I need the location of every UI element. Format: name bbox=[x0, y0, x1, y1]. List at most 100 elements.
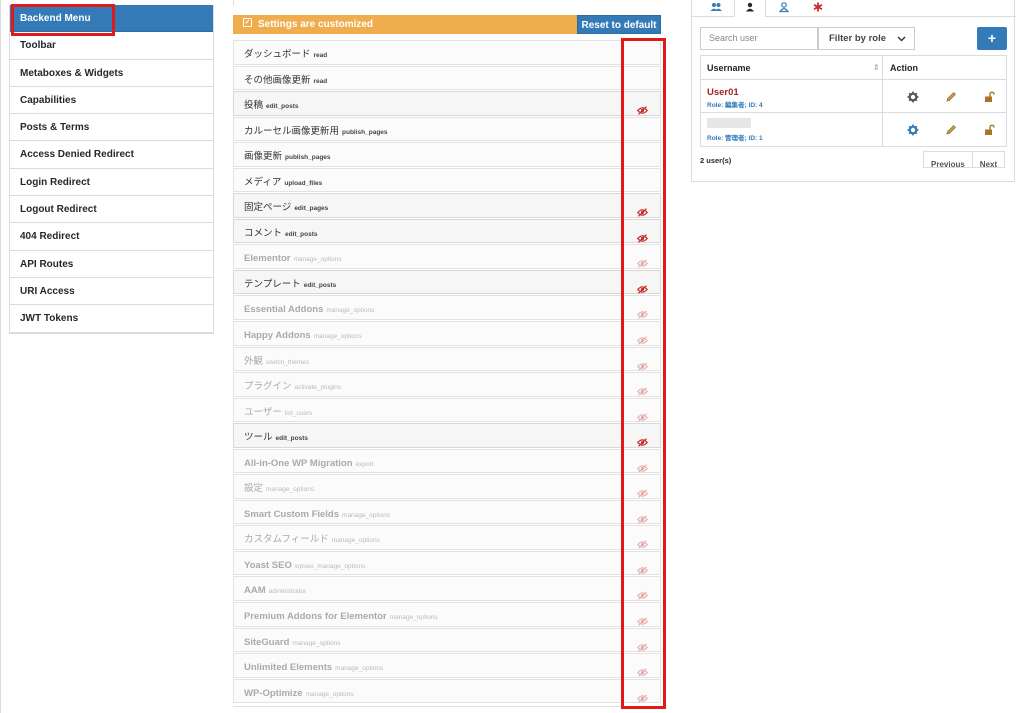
sidebar-item-6[interactable]: Login Redirect bbox=[10, 168, 213, 197]
menu-item-capability: read bbox=[313, 77, 328, 85]
menu-item-row[interactable]: コメント edit_posts bbox=[233, 218, 661, 244]
sidebar-item-11[interactable]: JWT Tokens bbox=[10, 305, 213, 333]
menu-item-name: テンプレート bbox=[244, 278, 301, 290]
reset-to-default-button[interactable]: Reset to default bbox=[577, 15, 661, 34]
gear-icon[interactable] bbox=[907, 123, 921, 137]
menu-list-bottom-line bbox=[233, 706, 661, 707]
col-username[interactable]: Username bbox=[707, 63, 751, 73]
unlock-icon[interactable] bbox=[983, 90, 997, 104]
users-panel: Search user Filter by role + Username ⇕ … bbox=[691, 0, 1016, 182]
menu-item-capability: publish_pages bbox=[342, 128, 388, 136]
menu-item-name: 設定 bbox=[244, 483, 264, 495]
menu-item-row[interactable]: カスタムフィールド manage_options bbox=[233, 525, 661, 550]
menu-item-row[interactable]: SiteGuard manage_options bbox=[233, 627, 661, 653]
menu-item-row[interactable]: Happy Addons manage_options bbox=[233, 321, 661, 346]
menu-item-row[interactable]: Unlimited Elements manage_options bbox=[233, 653, 661, 678]
redacted-username bbox=[707, 118, 751, 128]
sidebar-item-5[interactable]: Access Denied Redirect bbox=[10, 141, 213, 169]
menu-item-name: カスタムフィールド bbox=[244, 534, 329, 546]
filter-by-role-select[interactable]: Filter by role bbox=[818, 27, 915, 50]
menu-item-name: ツール bbox=[244, 432, 273, 444]
menu-item-row[interactable]: Yoast SEO wpseo_manage_options bbox=[233, 550, 661, 576]
table-row: User01 Role: 編集者; ID: 4 bbox=[701, 80, 1006, 113]
menu-item-row[interactable]: 設定 manage_options bbox=[233, 474, 661, 499]
menu-item-capability: edit_posts bbox=[266, 103, 299, 111]
menu-item-name: Smart Custom Fields bbox=[244, 508, 340, 520]
menu-item-row[interactable]: その他画像更新 read bbox=[233, 65, 661, 91]
checkbox-icon: ✓ bbox=[243, 18, 252, 27]
menu-item-row[interactable]: ツール edit_posts bbox=[233, 423, 661, 448]
menu-item-row[interactable]: ユーザー list_users bbox=[233, 397, 661, 423]
menu-item-capability: manage_options bbox=[266, 486, 315, 494]
menu-item-row[interactable]: Elementor manage_options bbox=[233, 244, 661, 269]
menu-item-capability: export bbox=[355, 460, 374, 468]
menu-item-name: WP-Optimize bbox=[244, 687, 303, 699]
add-user-button[interactable]: + bbox=[977, 27, 1007, 50]
filter-by-role-label: Filter by role bbox=[829, 33, 887, 44]
chevron-down-icon bbox=[897, 36, 906, 42]
menu-item-row[interactable]: 画像更新 publish_pages bbox=[233, 142, 661, 167]
search-user-input[interactable]: Search user bbox=[700, 27, 818, 50]
sidebar-item-2[interactable]: Metaboxes & Widgets bbox=[10, 59, 213, 87]
previous-button[interactable]: Previous bbox=[924, 157, 972, 172]
user-role-id: Role: 編集者; ID: 4 bbox=[707, 102, 763, 109]
next-button[interactable]: Next bbox=[973, 157, 1004, 172]
top-divider bbox=[233, 0, 234, 6]
user-icon[interactable] bbox=[734, 0, 766, 17]
menu-item-row[interactable]: Premium Addons for Elementor manage_optio… bbox=[233, 602, 661, 627]
menu-item-capability: read bbox=[313, 52, 328, 59]
sidebar-item-8[interactable]: 404 Redirect bbox=[10, 223, 213, 251]
sidebar-item-3[interactable]: Capabilities bbox=[10, 86, 213, 115]
col-action: Action bbox=[890, 63, 918, 73]
menu-item-row[interactable]: ダッシュボード read bbox=[233, 40, 661, 65]
menu-item-row[interactable]: カルーセル画像更新用 publish_pages bbox=[233, 116, 661, 142]
menu-item-name: Unlimited Elements bbox=[244, 662, 333, 674]
menu-item-row[interactable]: 投稿 edit_posts bbox=[233, 91, 661, 116]
menu-item-row[interactable]: All-in-One WP Migration export bbox=[233, 448, 661, 474]
pencil-icon[interactable] bbox=[945, 123, 959, 137]
menu-item-name: 固定ページ bbox=[244, 202, 292, 214]
menu-item-row[interactable]: Smart Custom Fields manage_options bbox=[233, 499, 661, 525]
sidebar-item-9[interactable]: API Routes bbox=[10, 250, 213, 278]
sidebar-item-7[interactable]: Logout Redirect bbox=[10, 196, 213, 224]
username-link[interactable]: User01 bbox=[707, 87, 739, 98]
menu-item-capability: manage_options bbox=[331, 537, 380, 545]
menu-item-capability: wpseo_manage_options bbox=[294, 562, 366, 570]
pencil-icon[interactable] bbox=[945, 90, 959, 104]
menu-item-row[interactable]: テンプレート edit_posts bbox=[233, 269, 661, 295]
menu-item-name: All-in-One WP Migration bbox=[244, 457, 353, 469]
sidebar-item-10[interactable]: URI Access bbox=[10, 277, 213, 306]
menu-item-row[interactable]: メディア upload_files bbox=[233, 167, 661, 193]
default-icon[interactable] bbox=[802, 0, 834, 17]
menu-item-capability: activate_plugins bbox=[294, 384, 342, 392]
menu-item-capability: edit_pages bbox=[294, 205, 329, 213]
menu-item-capability: manage_options bbox=[292, 639, 341, 647]
gear-icon[interactable] bbox=[907, 90, 921, 104]
sidebar-item-4[interactable]: Posts & Terms bbox=[10, 114, 213, 142]
menu-item-name: Elementor bbox=[244, 253, 291, 265]
visitor-icon[interactable] bbox=[768, 0, 800, 17]
users-icon[interactable] bbox=[700, 0, 732, 17]
pagination: Previous Next bbox=[923, 151, 1006, 169]
menu-item-capability: manage_options bbox=[326, 307, 375, 315]
banner-text: Settings are customized bbox=[258, 19, 374, 30]
unlock-icon[interactable] bbox=[983, 123, 997, 137]
menu-item-name: ユーザー bbox=[244, 406, 282, 418]
sidebar-item-1[interactable]: Toolbar bbox=[10, 32, 213, 60]
menu-item-capability: upload_files bbox=[284, 179, 323, 187]
menu-item-row[interactable]: 固定ページ edit_pages bbox=[233, 193, 661, 218]
menu-item-name: Happy Addons bbox=[244, 330, 311, 342]
page-left-border bbox=[0, 0, 1, 713]
menu-item-row[interactable]: 外観 switch_themes bbox=[233, 346, 661, 372]
menu-item-capability: edit_posts bbox=[275, 435, 309, 443]
menu-item-name: Premium Addons for Elementor bbox=[244, 611, 387, 623]
menu-item-row[interactable]: Essential Addons manage_options bbox=[233, 295, 661, 320]
menu-item-capability: manage_options bbox=[313, 333, 362, 341]
sort-icon[interactable]: ⇕ bbox=[873, 63, 880, 72]
menu-item-row[interactable]: AAM administrator bbox=[233, 576, 661, 601]
menu-item-row[interactable]: プラグイン activate_plugins bbox=[233, 372, 661, 397]
menu-item-row[interactable]: WP-Optimize manage_options bbox=[233, 678, 661, 704]
menu-item-name: その他画像更新 bbox=[244, 74, 311, 86]
menu-item-capability: edit_posts bbox=[285, 230, 318, 238]
menu-item-capability: manage_options bbox=[293, 256, 342, 264]
